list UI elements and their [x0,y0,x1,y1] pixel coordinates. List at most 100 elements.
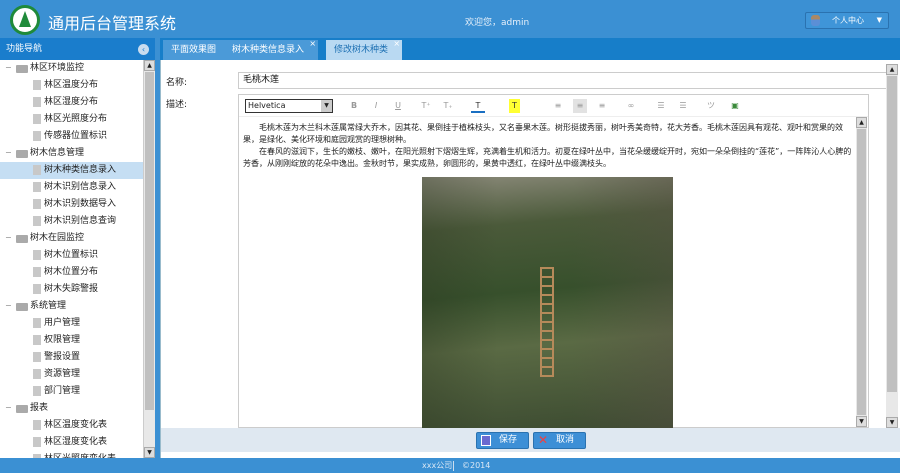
scroll-up-icon[interactable]: ▲ [856,117,867,128]
highlight-color-button[interactable]: T [509,99,520,113]
tree-label: 系统管理 [30,301,67,311]
tree-item[interactable]: 用户管理 [0,315,143,332]
file-icon [33,386,41,396]
scroll-down-icon[interactable]: ▼ [886,417,898,428]
subscript-button[interactable]: T₊ [441,99,455,113]
ordered-list-icon[interactable]: ☰ [654,99,668,113]
tree-item[interactable]: 树木失踪警报 [0,281,143,298]
file-icon [33,369,41,379]
paragraph: 在春风的滋润下，生长的嫩枝、嫩叶，在阳光照射下熠熠生辉，充满着生机和活力。初夏在… [243,147,852,168]
scroll-up-icon[interactable]: ▲ [144,60,155,71]
tree-group[interactable]: − 报表 [0,400,143,417]
tree-label: 树木识别信息查询 [44,216,117,226]
tree-label: 部门管理 [44,386,81,396]
paragraph: 毛桃木莲为木兰科木莲属常绿大乔木，因其花、果倒挂于植株枝头，又名垂果木莲。树形挺… [243,123,843,144]
insert-image-icon[interactable]: ▣ [728,99,742,113]
file-icon [33,216,41,226]
clear-format-icon[interactable]: ツ [704,99,718,113]
nav-tree: − 林区环境监控 林区温度分布 林区湿度分布林区光照度分布传感器位置标识 − 树木信息管理… [0,60,144,458]
tree-group[interactable]: − 系统管理 [0,298,143,315]
tree-item[interactable]: 树木位置标识 [0,247,143,264]
content-scrollbar[interactable]: ▲ ▼ [886,64,898,428]
tree-label: 报表 [30,403,49,413]
user-avatar-icon [811,15,820,26]
tab-floor-plan[interactable]: 平面效果图 [163,40,225,60]
editor-scrollbar[interactable]: ▲ ▼ [856,117,867,427]
cancel-button[interactable]: ✕ 取消 [533,432,586,449]
font-family-select[interactable]: Helvetica ▼ [245,99,333,113]
tree-label: 树木识别信息录入 [44,182,117,192]
collapse-toggle-icon[interactable]: − [5,149,12,157]
tree-item[interactable]: 林区温度分布 [0,77,143,94]
bold-button[interactable]: B [347,99,361,113]
tree-item[interactable]: 权限管理 [0,332,143,349]
file-icon [33,97,41,107]
tab-bar: 平面效果图 树木种类信息录入 × 修改树木种类 × [160,38,900,60]
tree-item[interactable]: 树木种类信息录入 [0,162,143,179]
scroll-down-icon[interactable]: ▼ [144,447,155,458]
editor-content[interactable]: 毛桃木莲为木兰科木莲属常绿大乔木，因其花、果倒挂于植株枝头，又名垂果木莲。树形挺… [243,122,853,170]
align-right-icon[interactable]: ≡ [595,99,609,113]
tree-item[interactable]: 树木识别信息查询 [0,213,143,230]
close-icon[interactable]: × [309,34,316,54]
file-icon [33,284,41,294]
tree-item[interactable]: 警报设置 [0,349,143,366]
collapse-sidebar-icon[interactable]: ‹ [138,44,149,55]
file-icon [33,335,41,345]
align-left-icon[interactable]: ≡ [551,99,565,113]
tree-item[interactable]: 资源管理 [0,366,143,383]
tree-label: 树木种类信息录入 [44,165,117,175]
tree-label: 林区光照度分布 [44,114,108,124]
font-color-button[interactable]: T [471,99,485,113]
scroll-up-icon[interactable]: ▲ [886,64,898,75]
underline-button[interactable]: U [391,99,405,113]
file-icon [33,420,41,430]
align-center-icon[interactable]: ≡ [573,99,587,113]
scroll-thumb[interactable] [145,72,154,410]
footer: xxx公司 ©2014 [0,458,900,473]
scroll-down-icon[interactable]: ▼ [856,416,867,427]
collapse-toggle-icon[interactable]: − [5,64,12,72]
sidebar-header: 功能导航 ‹ [0,38,155,60]
tree-group[interactable]: − 林区环境监控 [0,60,143,77]
tab-tree-species-entry[interactable]: 树木种类信息录入 × [224,39,319,60]
tree-item[interactable]: 林区湿度变化表 [0,434,143,451]
superscript-button[interactable]: T⁺ [419,99,433,113]
name-label: 名称: [166,78,188,88]
description-editor[interactable]: Helvetica ▼ B I U T⁺ T₊ T T ≡ ≡ ≡ ∞ ☰ ☰ ツ… [238,94,869,429]
tree-item[interactable]: 树木识别信息录入 [0,179,143,196]
tab-label: 树木种类信息录入 [232,45,305,55]
tree-item[interactable]: 林区光照度变化表 [0,451,143,458]
button-bar: 保存 ✕ 取消 [161,428,900,452]
tree-photo-image [422,177,673,429]
tab-edit-tree-species[interactable]: 修改树木种类 × [326,39,403,60]
sidebar-scrollbar[interactable]: ▲ ▼ [144,60,155,458]
close-icon[interactable]: × [393,34,400,54]
copyright: ©2014 [462,461,491,470]
scroll-thumb[interactable] [857,129,866,415]
tree-label: 树木信息管理 [30,148,85,158]
file-icon [33,131,41,141]
scroll-thumb[interactable] [887,76,897,392]
save-label: 保存 [499,435,518,445]
close-icon: ✕ [538,433,549,447]
collapse-toggle-icon[interactable]: − [5,302,12,310]
name-input[interactable]: 毛桃木莲 [238,72,896,89]
tree-group[interactable]: − 树木在园监控 [0,230,143,247]
tree-item[interactable]: 传感器位置标识 [0,128,143,145]
tree-group[interactable]: − 树木信息管理 [0,145,143,162]
tree-item[interactable]: 林区光照度分布 [0,111,143,128]
link-icon[interactable]: ∞ [624,99,638,113]
collapse-toggle-icon[interactable]: − [5,404,12,412]
save-button[interactable]: 保存 [476,432,529,449]
tree-label: 树木位置标识 [44,250,99,260]
tree-item[interactable]: 树木位置分布 [0,264,143,281]
user-center-menu[interactable]: 个人中心 ▼ [805,12,889,29]
tree-item[interactable]: 林区湿度分布 [0,94,143,111]
collapse-toggle-icon[interactable]: − [5,234,12,242]
italic-button[interactable]: I [369,99,383,113]
unordered-list-icon[interactable]: ☰ [676,99,690,113]
tree-item[interactable]: 树木识别数据导入 [0,196,143,213]
tree-item[interactable]: 部门管理 [0,383,143,400]
tree-item[interactable]: 林区温度变化表 [0,417,143,434]
